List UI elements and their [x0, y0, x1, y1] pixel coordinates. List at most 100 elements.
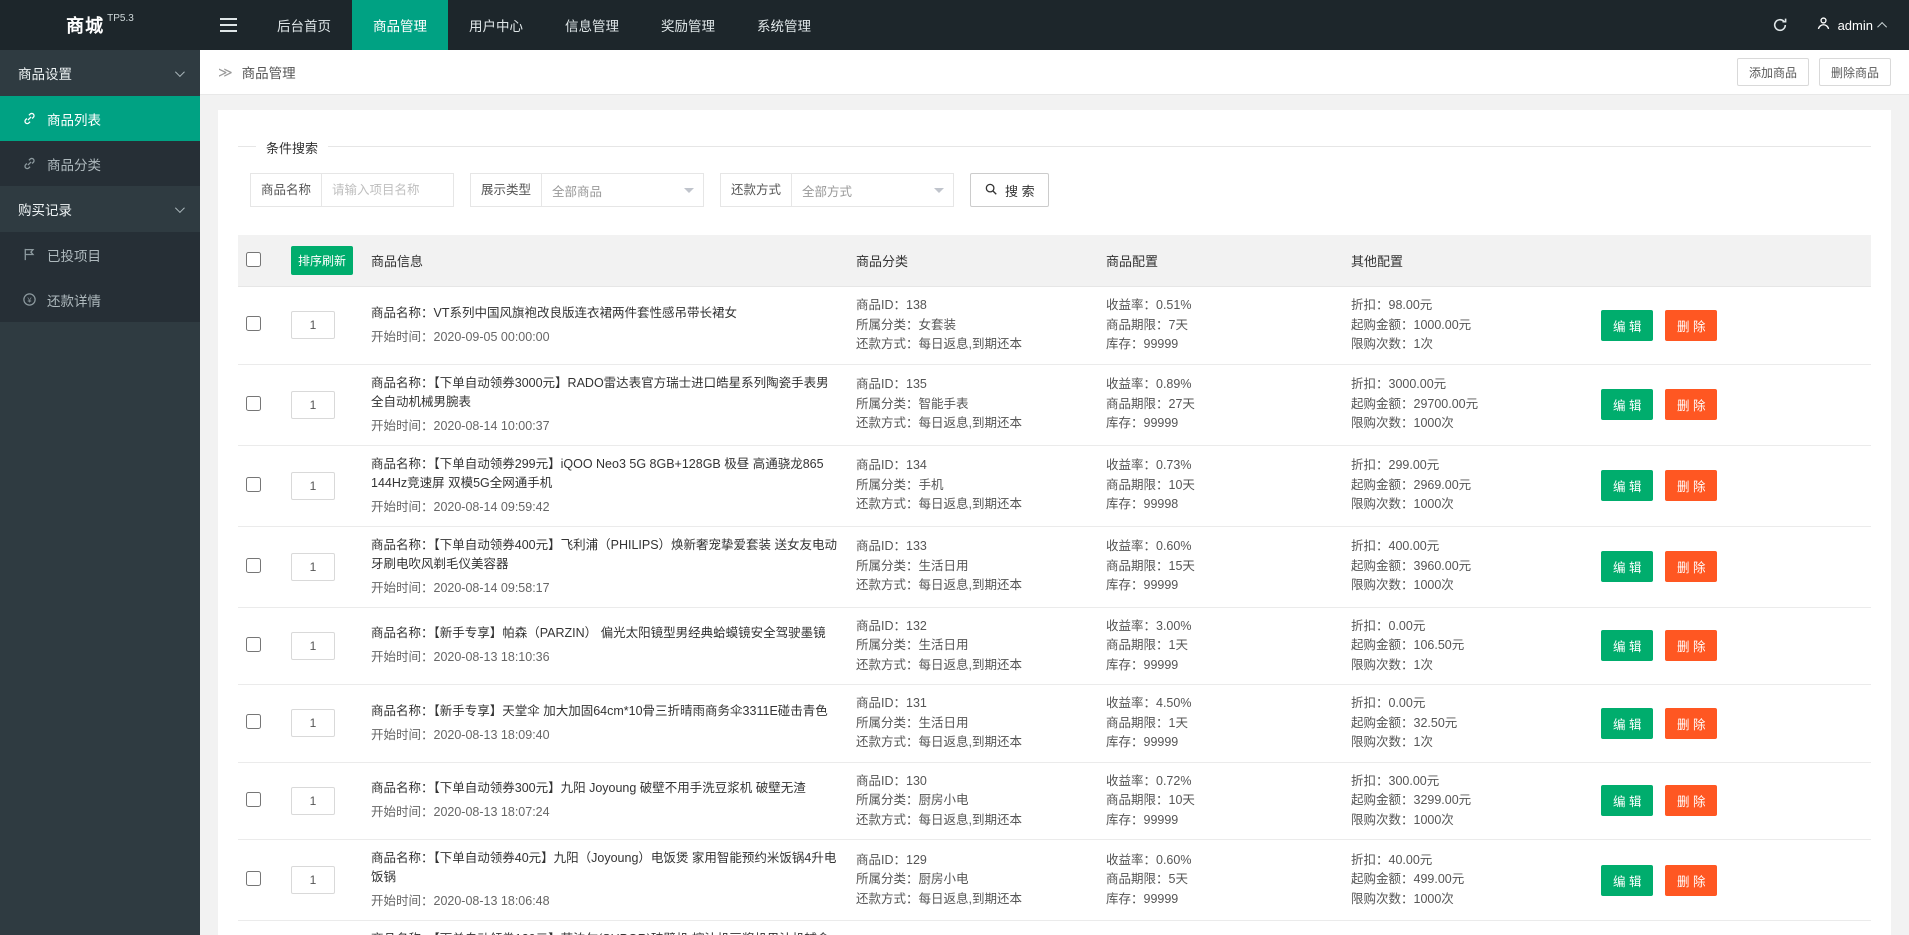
sidebar-item-product-list[interactable]: 商品列表 [0, 96, 200, 141]
chevron-down-icon [175, 67, 185, 77]
row-checkbox[interactable] [246, 396, 261, 411]
product-start-time: 开始时间：2020-08-14 10:00:37 [371, 417, 840, 436]
nav-item-rewards[interactable]: 奖励管理 [640, 0, 736, 50]
product-start-time: 开始时间：2020-09-05 00:00:00 [371, 328, 840, 347]
delete-button[interactable]: 删 除 [1665, 708, 1717, 739]
delete-button[interactable]: 删 除 [1665, 470, 1717, 501]
product-min-amount: 起购金额：499.00元 [1351, 870, 1585, 890]
sidebar-group-purchase-records[interactable]: 购买记录 [0, 186, 200, 232]
nav-item-info[interactable]: 信息管理 [544, 0, 640, 50]
row-checkbox[interactable] [246, 477, 261, 492]
sidebar-item-repayment-details[interactable]: ¥ 还款详情 [0, 277, 200, 322]
search-button[interactable]: 搜 索 [970, 173, 1049, 207]
table-row: 商品名称：【下单自动领券300元】九阳 Joyoung 破壁不用手洗豆浆机 破壁… [238, 762, 1871, 840]
nav-item-home[interactable]: 后台首页 [256, 0, 352, 50]
add-product-button[interactable]: 添加商品 [1737, 58, 1809, 86]
product-discount: 折扣：400.00元 [1351, 537, 1585, 557]
user-icon [1816, 16, 1831, 34]
sort-order-input[interactable] [291, 709, 335, 737]
header-product-info: 商品信息 [363, 235, 848, 287]
product-min-amount: 起购金额：3299.00元 [1351, 791, 1585, 811]
sort-order-input[interactable] [291, 632, 335, 660]
product-rate: 收益率：4.50% [1106, 694, 1335, 714]
edit-button[interactable]: 编 辑 [1601, 630, 1653, 661]
sidebar-item-product-category[interactable]: 商品分类 [0, 141, 200, 186]
row-checkbox[interactable] [246, 316, 261, 331]
row-checkbox[interactable] [246, 792, 261, 807]
breadcrumb: ≫ 商品管理 添加商品 删除商品 [200, 50, 1909, 95]
product-id: 商品ID：132 [856, 617, 1090, 637]
delete-button[interactable]: 删 除 [1665, 389, 1717, 420]
sort-refresh-button[interactable]: 排序刷新 [291, 246, 353, 275]
product-stock: 库存：99999 [1106, 576, 1335, 596]
product-name: 商品名称：【下单自动领券40元】九阳（Joyoung）电饭煲 家用智能预约米饭锅… [371, 849, 840, 887]
delete-product-button[interactable]: 删除商品 [1819, 58, 1891, 86]
row-checkbox[interactable] [246, 871, 261, 886]
edit-button[interactable]: 编 辑 [1601, 389, 1653, 420]
edit-button[interactable]: 编 辑 [1601, 551, 1653, 582]
sort-order-input[interactable] [291, 472, 335, 500]
product-repay-method: 还款方式：每日返息,到期还本 [856, 495, 1090, 515]
product-name-label: 商品名称 [250, 173, 322, 207]
product-period: 商品期限：10天 [1106, 476, 1335, 496]
table-row: 商品名称：【下单自动领券3000元】RADO雷达表官方瑞士进口皓星系列陶瓷手表男… [238, 364, 1871, 445]
product-name-input[interactable] [322, 173, 454, 207]
table-row: 商品名称：【新手专享】天堂伞 加大加固64cm*10骨三折晴雨商务伞3311E碰… [238, 685, 1871, 763]
product-table-body: 商品名称：VT系列中国风旗袍改良版连衣裙两件套性感吊带长裙女 开始时间：2020… [238, 287, 1871, 935]
sort-order-input[interactable] [291, 311, 335, 339]
delete-button[interactable]: 删 除 [1665, 865, 1717, 896]
sidebar-item-invested-projects[interactable]: 已投项目 [0, 232, 200, 277]
delete-button[interactable]: 删 除 [1665, 630, 1717, 661]
sort-order-input[interactable] [291, 866, 335, 894]
sidebar-group-product-settings[interactable]: 商品设置 [0, 50, 200, 96]
repay-method-value: 全部方式 [802, 181, 852, 200]
edit-button[interactable]: 编 辑 [1601, 865, 1653, 896]
chevron-up-icon [1877, 21, 1887, 31]
product-name: 商品名称：【下单自动领券300元】九阳 Joyoung 破壁不用手洗豆浆机 破壁… [371, 779, 840, 798]
yen-circle-icon: ¥ [22, 292, 38, 308]
display-type-select[interactable]: 全部商品 [542, 173, 704, 207]
menu-toggle-icon[interactable] [200, 0, 256, 50]
header-other-config: 其他配置 [1343, 235, 1593, 287]
product-period: 商品期限：1天 [1106, 714, 1335, 734]
brand-version: TP5.3 [107, 13, 134, 24]
row-checkbox[interactable] [246, 558, 261, 573]
delete-button[interactable]: 删 除 [1665, 785, 1717, 816]
nav-item-products[interactable]: 商品管理 [352, 0, 448, 50]
product-name: 商品名称：【下单自动领券3000元】RADO雷达表官方瑞士进口皓星系列陶瓷手表男… [371, 374, 840, 412]
product-rate: 收益率：0.73% [1106, 456, 1335, 476]
edit-button[interactable]: 编 辑 [1601, 470, 1653, 501]
delete-button[interactable]: 删 除 [1665, 310, 1717, 341]
row-checkbox[interactable] [246, 714, 261, 729]
product-min-amount: 起购金额：29700.00元 [1351, 395, 1585, 415]
repay-method-select[interactable]: 全部方式 [792, 173, 954, 207]
user-menu[interactable]: admin [1804, 0, 1909, 50]
edit-button[interactable]: 编 辑 [1601, 785, 1653, 816]
select-all-checkbox[interactable] [246, 252, 261, 267]
product-min-amount: 起购金额：2969.00元 [1351, 476, 1585, 496]
row-checkbox[interactable] [246, 637, 261, 652]
product-purchase-limit: 限购次数：1000次 [1351, 576, 1585, 596]
product-discount: 折扣：0.00元 [1351, 694, 1585, 714]
product-period: 商品期限：15天 [1106, 557, 1335, 577]
sort-order-input[interactable] [291, 787, 335, 815]
delete-button[interactable]: 删 除 [1665, 551, 1717, 582]
product-purchase-limit: 限购次数：1000次 [1351, 495, 1585, 515]
edit-button[interactable]: 编 辑 [1601, 708, 1653, 739]
nav-item-system[interactable]: 系统管理 [736, 0, 832, 50]
product-stock: 库存：99999 [1106, 811, 1335, 831]
product-id: 商品ID：130 [856, 772, 1090, 792]
product-rate: 收益率：0.89% [1106, 375, 1335, 395]
repay-method-field: 还款方式 全部方式 [720, 173, 954, 207]
sidebar-item-label: 已投项目 [47, 245, 101, 265]
product-repay-method: 还款方式：每日返息,到期还本 [856, 811, 1090, 831]
product-card: 条件搜索 商品名称 展示类型 全部商品 还款方式 [218, 110, 1891, 935]
refresh-icon[interactable] [1756, 0, 1804, 50]
nav-item-users[interactable]: 用户中心 [448, 0, 544, 50]
sort-order-input[interactable] [291, 391, 335, 419]
edit-button[interactable]: 编 辑 [1601, 310, 1653, 341]
app-logo: 商城 TP5.3 [0, 0, 200, 50]
sort-order-input[interactable] [291, 553, 335, 581]
link-icon [22, 156, 38, 172]
product-category: 所属分类：智能手表 [856, 395, 1090, 415]
